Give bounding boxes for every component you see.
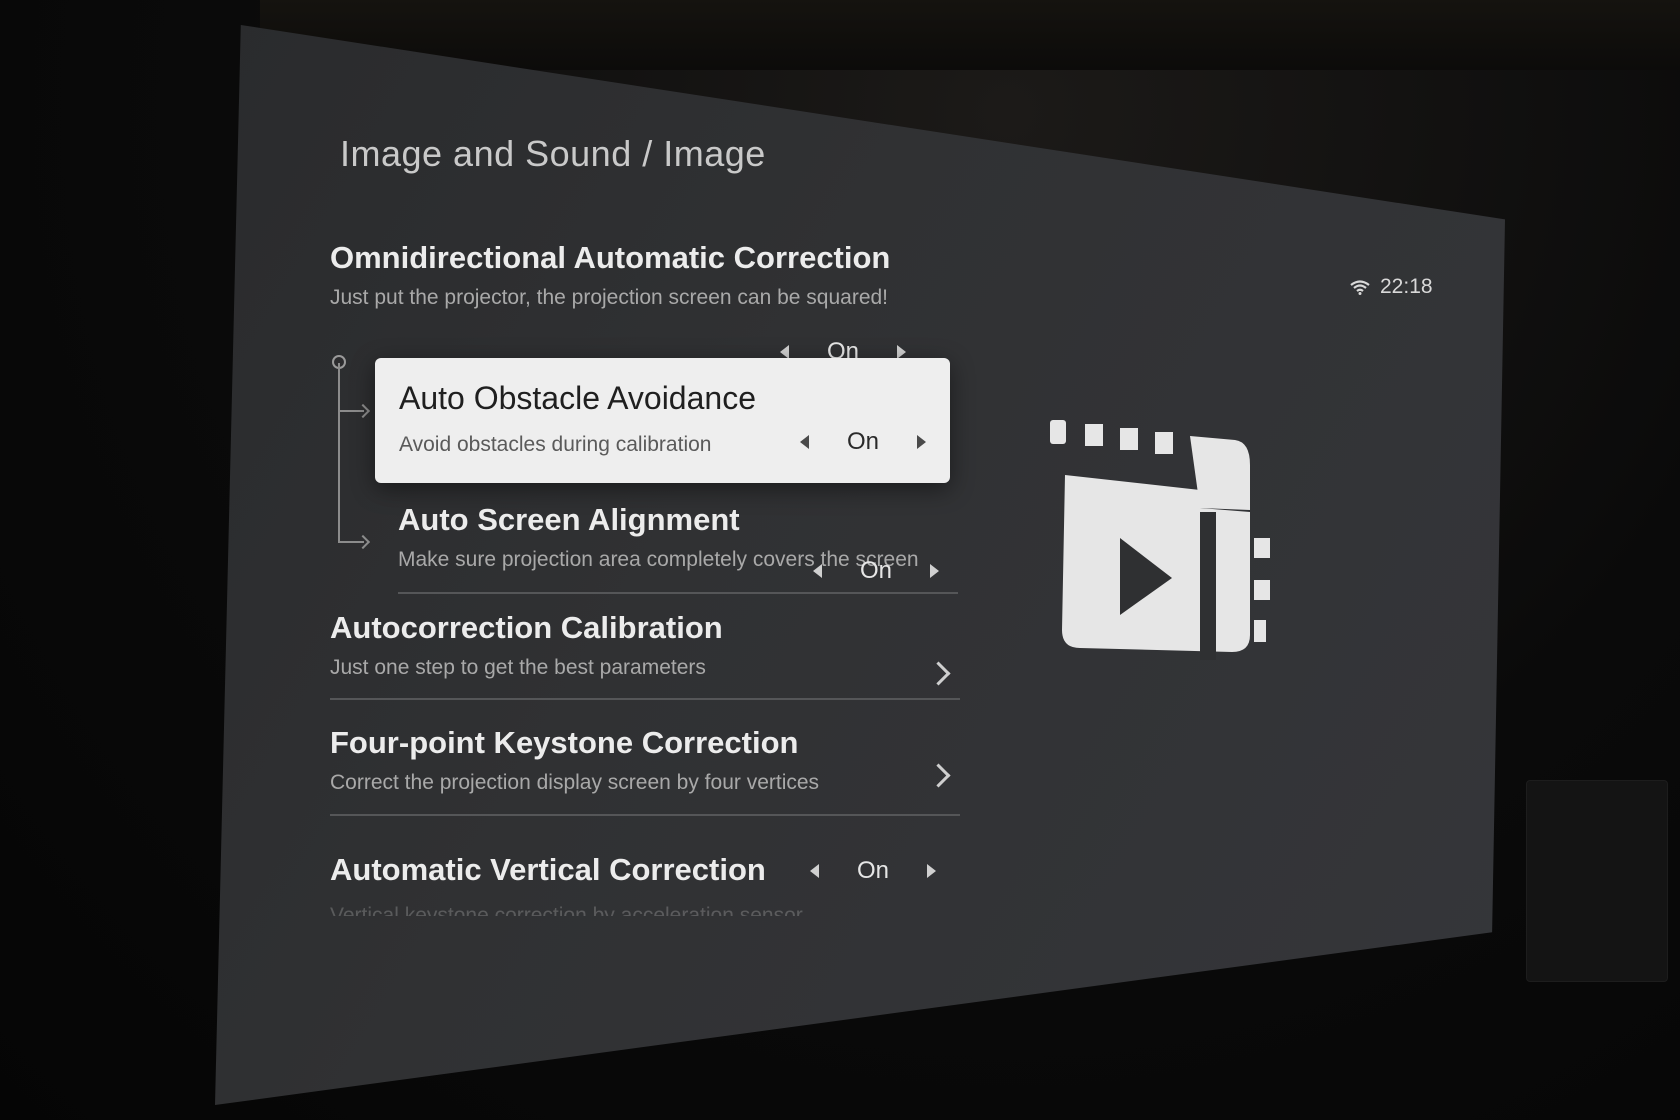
- arrow-right-icon[interactable]: [927, 864, 937, 878]
- value-label: On: [847, 428, 880, 455]
- item-description: Just put the projector, the projection s…: [330, 286, 889, 309]
- film-play-icon: [1050, 420, 1270, 660]
- item-description: Vertical keystone correction by accelera…: [330, 904, 803, 916]
- menu-item-four-point-keystone[interactable]: Four-point Keystone Correction Correct t…: [330, 725, 960, 796]
- breadcrumb: Image and Sound / Image: [340, 133, 766, 174]
- arrow-right-icon[interactable]: [897, 345, 907, 359]
- value-selector[interactable]: On: [813, 557, 940, 585]
- item-title: Autocorrection Calibration: [330, 610, 723, 645]
- clock: 22:18: [1380, 275, 1433, 298]
- room-ceiling: [260, 0, 1680, 70]
- divider: [330, 814, 960, 816]
- value-label: On: [860, 557, 893, 584]
- status-bar: 22:18: [1350, 275, 1433, 299]
- item-title: Auto Screen Alignment: [398, 502, 740, 537]
- item-title: Four-point Keystone Correction: [330, 725, 799, 760]
- item-title: Omnidirectional Automatic Correction: [330, 240, 891, 275]
- arrow-left-icon[interactable]: [813, 564, 822, 578]
- arrow-left-icon[interactable]: [800, 435, 809, 449]
- item-title: Auto Obstacle Avoidance: [399, 380, 756, 416]
- menu-item-omnidirectional-correction[interactable]: Omnidirectional Automatic Correction Jus…: [330, 240, 970, 365]
- divider: [398, 592, 958, 594]
- branch-arrow-icon: [355, 534, 371, 550]
- item-description: Just one step to get the best parameters: [330, 656, 706, 679]
- item-description: Correct the projection display screen by…: [330, 771, 820, 794]
- menu-item-automatic-vertical-correction[interactable]: Automatic Vertical Correction Vertical k…: [330, 852, 960, 916]
- menu-item-auto-screen-alignment[interactable]: Auto Screen Alignment Make sure projecti…: [398, 502, 958, 584]
- value-label: On: [857, 857, 890, 884]
- menu-item-auto-obstacle-avoidance[interactable]: Auto Obstacle Avoidance Avoid obstacles …: [375, 358, 950, 483]
- divider: [330, 698, 960, 700]
- arrow-left-icon[interactable]: [810, 864, 819, 878]
- arrow-right-icon[interactable]: [917, 435, 927, 449]
- arrow-right-icon[interactable]: [930, 564, 940, 578]
- arrow-left-icon[interactable]: [780, 345, 789, 359]
- branch-arrow-icon: [355, 403, 371, 419]
- value-selector[interactable]: On: [800, 428, 927, 456]
- wifi-icon: [1350, 279, 1370, 295]
- side-device: [1526, 780, 1668, 982]
- value-selector[interactable]: On: [810, 857, 937, 885]
- tree-connector: [338, 363, 340, 543]
- menu-item-autocorrection-calibration[interactable]: Autocorrection Calibration Just one step…: [330, 610, 960, 686]
